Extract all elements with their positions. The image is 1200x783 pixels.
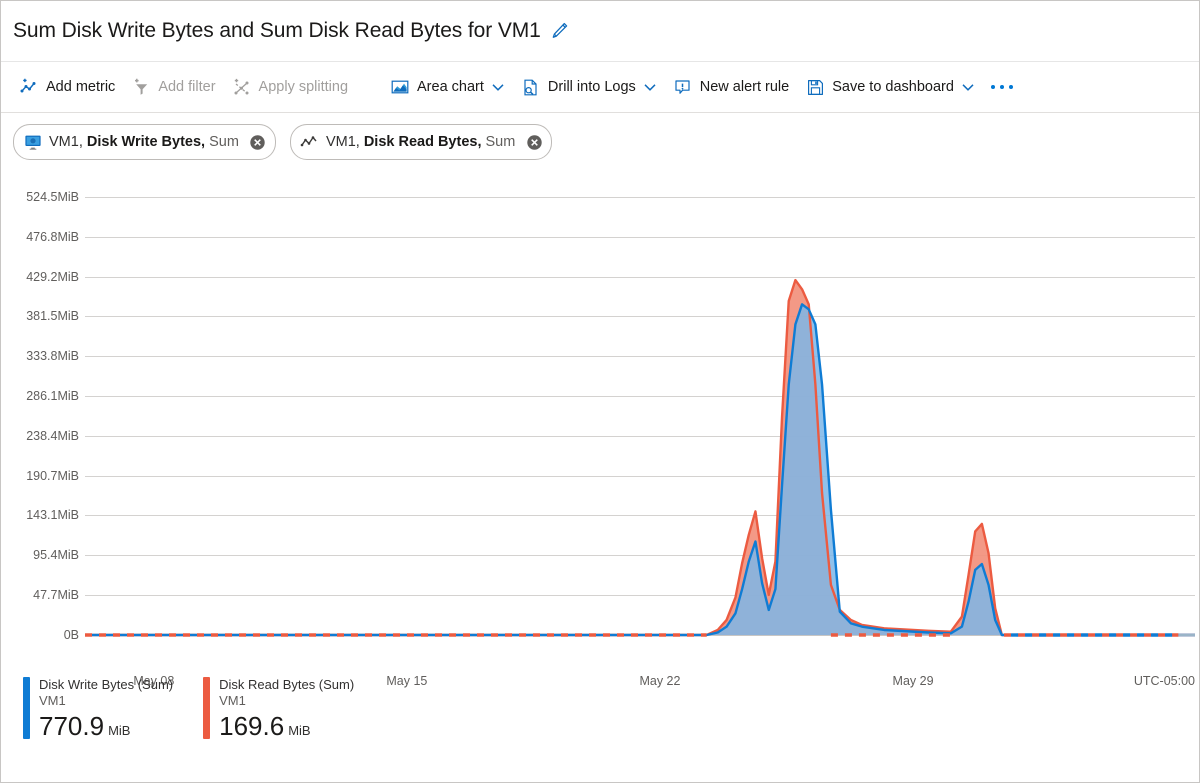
chip-disk-read[interactable]: VM1, Disk Read Bytes, Sum [289, 124, 553, 160]
apply-splitting-icon [232, 77, 252, 97]
y-axis-tick: 524.5MiB [26, 189, 79, 204]
area-chart-icon [390, 77, 410, 97]
line-chart-icon [300, 133, 319, 152]
ellipsis-dot [1008, 85, 1013, 89]
x-axis-tick: May 22 [639, 674, 681, 688]
chip-resource: VM1, [325, 133, 360, 150]
new-alert-rule-button[interactable]: New alert rule [667, 70, 795, 104]
apply-splitting-button[interactable]: Apply splitting [226, 70, 354, 104]
chevron-down-icon[interactable] [961, 80, 975, 94]
y-axis-tick: 286.1MiB [26, 388, 79, 403]
legend-title: Disk Write Bytes (Sum) [39, 677, 174, 692]
title-bar: Sum Disk Write Bytes and Sum Disk Read B… [1, 1, 1199, 61]
add-metric-label: Add metric [46, 78, 116, 95]
alert-rule-icon [673, 77, 693, 97]
plot-area[interactable] [85, 171, 1195, 671]
add-metric-button[interactable]: Add metric [13, 70, 121, 104]
add-metric-icon [19, 77, 39, 97]
legend-color-swatch [203, 677, 211, 739]
legend-unit: MiB [108, 723, 131, 738]
chip-resource: VM1, [49, 133, 83, 150]
legend-value: 770.9 MiB [39, 711, 131, 741]
y-axis-tick: 238.4MiB [26, 428, 79, 443]
page-title: Sum Disk Write Bytes and Sum Disk Read B… [13, 19, 541, 42]
legend-resource: VM1 [219, 693, 246, 708]
area-chart-label: Area chart [417, 78, 484, 95]
chip-aggregation: Sum [209, 133, 239, 150]
legend-color-swatch [23, 677, 30, 739]
series-area [85, 304, 1195, 635]
save-icon [805, 77, 825, 97]
legend-resource: VM1 [39, 693, 66, 708]
chart-series-canvas [85, 278, 1195, 637]
chip-disk-write-label: VM1, Disk Write Bytes, Sum [49, 135, 239, 150]
chip-metric: Disk Read Bytes, [363, 133, 482, 150]
y-axis-tick: 429.2MiB [26, 269, 79, 284]
y-axis-tick: 0B [63, 627, 79, 642]
drill-into-logs-label: Drill into Logs [547, 78, 636, 95]
close-circle-icon[interactable] [249, 133, 267, 151]
metrics-chart: 0B 47.7MiB 95.4MiB 143.1MiB 190.7MiB 238.4MiB… [1, 171, 1199, 687]
y-axis-tick: 476.8MiB [26, 229, 79, 244]
ellipsis-dot [999, 85, 1004, 89]
chip-disk-read-label: VM1, Disk Read Bytes, Sum [326, 135, 515, 150]
y-axis-tick: 95.4MiB [33, 548, 79, 563]
y-axis-labels: 0B 47.7MiB 95.4MiB 143.1MiB 190.7MiB 238.4MiB… [1, 171, 83, 671]
legend-value: 169.6 MiB [219, 711, 311, 741]
series-line [85, 278, 1195, 637]
save-to-dashboard-button[interactable]: Save to dashboard [799, 70, 981, 104]
y-axis-tick: 381.5MiB [26, 309, 79, 324]
vm-monitor-icon [23, 133, 42, 152]
y-axis-tick: 190.7MiB [26, 468, 79, 483]
ellipsis-dot [990, 85, 995, 89]
more-commands-icon[interactable] [987, 70, 1017, 104]
apply-splitting-label: Apply splitting [258, 78, 349, 95]
metric-chip-row: VM1, Disk Write Bytes, Sum VM1, Disk Rea… [1, 113, 1199, 171]
legend-disk-write[interactable]: Disk Write Bytes (Sum) VM1 770.9 MiB [23, 677, 173, 746]
command-bar: Add metric Add filter Apply splitting Ar… [1, 61, 1199, 113]
chevron-down-icon[interactable] [643, 80, 657, 94]
close-circle-icon[interactable] [525, 133, 543, 151]
legend-title: Disk Read Bytes (Sum) [219, 677, 355, 692]
new-alert-rule-label: New alert rule [699, 78, 790, 95]
drill-logs-icon [521, 77, 541, 97]
chip-disk-write[interactable]: VM1, Disk Write Bytes, Sum [13, 124, 276, 160]
series-line [85, 303, 1195, 637]
legend-unit: MiB [288, 723, 311, 738]
y-axis-tick: 47.7MiB [33, 587, 79, 602]
drill-into-logs-button[interactable]: Drill into Logs [515, 70, 663, 104]
area-chart-button[interactable]: Area chart [384, 70, 511, 104]
legend-disk-read[interactable]: Disk Read Bytes (Sum) VM1 169.6 MiB [203, 677, 354, 746]
chip-aggregation: Sum [485, 133, 516, 150]
series-area [85, 280, 1195, 635]
y-axis-tick: 143.1MiB [26, 508, 79, 523]
metrics-chart-page: Sum Disk Write Bytes and Sum Disk Read B… [0, 0, 1200, 783]
save-to-dashboard-label: Save to dashboard [832, 78, 954, 95]
pencil-icon[interactable] [550, 21, 570, 41]
add-filter-label: Add filter [158, 78, 216, 95]
timezone-label: UTC-05:00 [1133, 674, 1195, 688]
add-filter-button[interactable]: Add filter [125, 70, 221, 104]
chart-legend: Disk Write Bytes (Sum) VM1 770.9 MiB Disk Re… [23, 677, 384, 746]
x-axis-tick: May 15 [386, 674, 428, 688]
chip-metric: Disk Write Bytes, [86, 133, 206, 150]
add-filter-icon [131, 77, 151, 97]
chevron-down-icon[interactable] [491, 80, 505, 94]
y-axis-tick: 333.8MiB [26, 348, 79, 363]
x-axis-tick: May 29 [892, 674, 934, 688]
